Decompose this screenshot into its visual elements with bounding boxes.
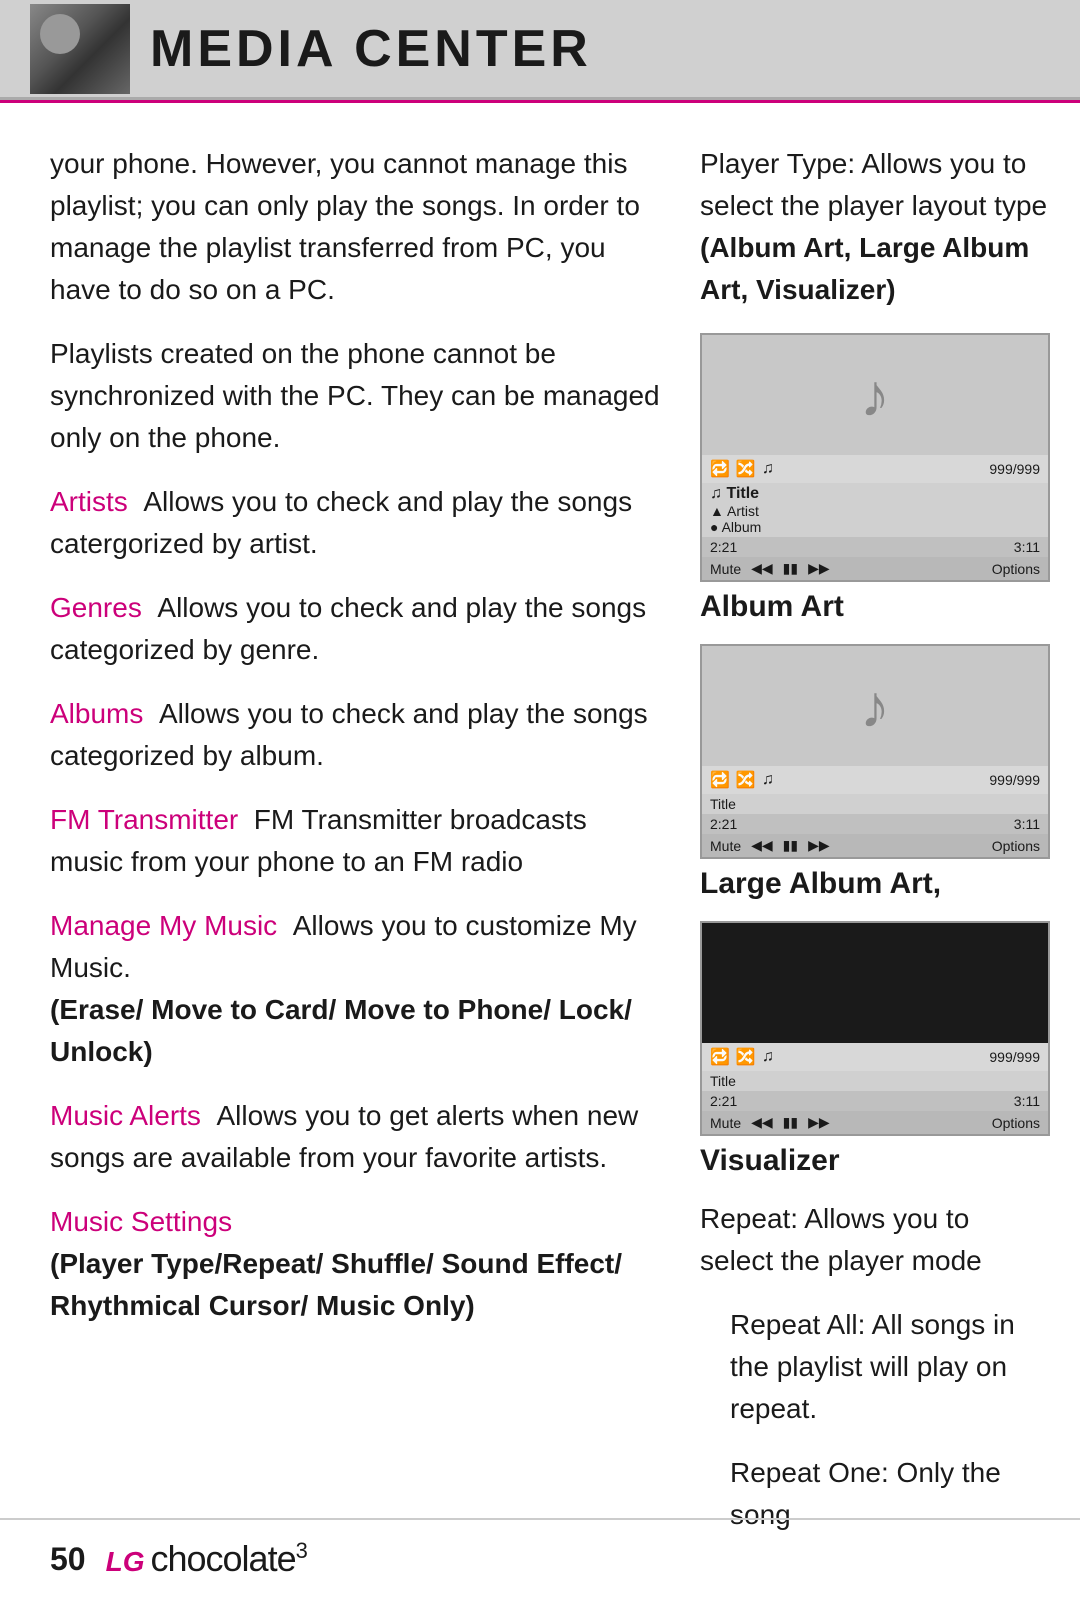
prev-icon-1: ◀◀ bbox=[751, 560, 773, 577]
total-time-1: 3:11 bbox=[1014, 539, 1040, 555]
current-time-2: 2:21 bbox=[710, 816, 737, 832]
options-label-1: Options bbox=[992, 561, 1040, 577]
header-image bbox=[30, 4, 130, 94]
next-icon-2: ▶▶ bbox=[808, 837, 830, 854]
manage-paragraph: Manage My Music Allows you to customize … bbox=[50, 905, 660, 1073]
album-art-time-bar: 2:21 3:11 bbox=[702, 537, 1048, 557]
player-type-text: Player Type: Allows you to select the pl… bbox=[700, 148, 1047, 221]
fm-paragraph: FM Transmitter FM Transmitter broadcasts… bbox=[50, 799, 660, 883]
settings-paragraph: Music Settings (Player Type/Repeat/ Shuf… bbox=[50, 1201, 660, 1327]
options-label-2: Options bbox=[992, 838, 1040, 854]
visualizer-title: Title bbox=[710, 1073, 1040, 1089]
repeat-icon-2: 🔁 bbox=[710, 770, 730, 790]
layout-types: (Album Art, Large Album Art, Visualizer) bbox=[700, 232, 1029, 305]
genres-paragraph: Genres Allows you to check and play the … bbox=[50, 587, 660, 671]
albums-label: Albums bbox=[50, 698, 143, 729]
repeat-icon: 🔁 bbox=[710, 459, 730, 479]
shuffle-icon-2: 🔀 bbox=[736, 770, 756, 790]
prev-icon-2: ◀◀ bbox=[751, 837, 773, 854]
artists-label: Artists bbox=[50, 486, 128, 517]
note-icon-2: ♫ bbox=[762, 771, 774, 789]
total-time-2: 3:11 bbox=[1014, 816, 1040, 832]
large-album-art-title: Title bbox=[710, 796, 1040, 812]
album-art-controls: Mute ◀◀ ▮▮ ▶▶ Options bbox=[702, 557, 1048, 580]
mute-label-1: Mute bbox=[710, 561, 741, 577]
albums-paragraph: Albums Allows you to check and play the … bbox=[50, 693, 660, 777]
next-icon-1: ▶▶ bbox=[808, 560, 830, 577]
visualizer-controls: Mute ◀◀ ▮▮ ▶▶ Options bbox=[702, 1111, 1048, 1134]
large-album-art-screenshot: ♪ 🔁 🔀 ♫ 999/999 Title 2:21 3:11 Mute ◀◀ … bbox=[700, 644, 1050, 859]
music-note-icon-2: ♪ bbox=[860, 672, 890, 741]
track-count-1: 999/999 bbox=[989, 461, 1040, 477]
visualizer-image bbox=[702, 923, 1048, 1043]
track-count-2: 999/999 bbox=[989, 772, 1040, 788]
pause-icon-2: ▮▮ bbox=[783, 837, 798, 854]
album-art-screenshot: ♪ 🔁 🔀 ♫ 999/999 ♫ Title ▲ Artist ● bbox=[700, 333, 1050, 582]
fm-label: FM Transmitter bbox=[50, 804, 238, 835]
current-time-3: 2:21 bbox=[710, 1093, 737, 1109]
album-art-album: ● Album bbox=[710, 519, 1040, 535]
page-number: 50 bbox=[50, 1541, 86, 1578]
music-note-icon: ♪ bbox=[860, 361, 890, 430]
alerts-label: Music Alerts bbox=[50, 1100, 201, 1131]
note-icon-small: ♫ bbox=[710, 485, 722, 502]
paragraph-2: Playlists created on the phone cannot be… bbox=[50, 333, 660, 459]
right-column: Player Type: Allows you to select the pl… bbox=[700, 143, 1050, 1558]
options-label-3: Options bbox=[992, 1115, 1040, 1131]
manage-label: Manage My Music bbox=[50, 910, 277, 941]
large-album-art-time-bar: 2:21 3:11 bbox=[702, 814, 1048, 834]
page-title: MEDIA CENTER bbox=[150, 19, 592, 79]
album-art-title: ♫ Title bbox=[710, 485, 1040, 503]
prev-icon-3: ◀◀ bbox=[751, 1114, 773, 1131]
total-time-3: 3:11 bbox=[1014, 1093, 1040, 1109]
track-count-3: 999/999 bbox=[989, 1049, 1040, 1065]
artists-text: Allows you to check and play the songs c… bbox=[50, 486, 632, 559]
player-type-intro: Player Type: Allows you to select the pl… bbox=[700, 143, 1050, 311]
left-column: your phone. However, you cannot manage t… bbox=[50, 143, 660, 1558]
manage-submenu: (Erase/ Move to Card/ Move to Phone/ Loc… bbox=[50, 994, 632, 1067]
large-album-art-info-bar: 🔁 🔀 ♫ 999/999 bbox=[702, 766, 1048, 794]
large-album-art-image: ♪ bbox=[702, 646, 1048, 766]
large-album-art-controls: Mute ◀◀ ▮▮ ▶▶ Options bbox=[702, 834, 1048, 857]
brand-product: chocolate3 bbox=[150, 1538, 306, 1580]
main-content: your phone. However, you cannot manage t… bbox=[0, 103, 1080, 1598]
pause-icon-3: ▮▮ bbox=[783, 1114, 798, 1131]
visualizer-info-bar: 🔁 🔀 ♫ 999/999 bbox=[702, 1043, 1048, 1071]
album-art-detail: ♫ Title ▲ Artist ● Album bbox=[702, 483, 1048, 537]
page-footer: 50 LG chocolate3 bbox=[0, 1518, 1080, 1598]
mute-label-2: Mute bbox=[710, 838, 741, 854]
next-icon-3: ▶▶ bbox=[808, 1114, 830, 1131]
large-album-art-detail: Title bbox=[702, 794, 1048, 814]
large-album-art-label: Large Album Art, bbox=[700, 867, 1050, 901]
note-icon: ♫ bbox=[762, 460, 774, 478]
artists-paragraph: Artists Allows you to check and play the… bbox=[50, 481, 660, 565]
page-header: MEDIA CENTER bbox=[0, 0, 1080, 100]
pause-icon-1: ▮▮ bbox=[783, 560, 798, 577]
album-art-artist: ▲ Artist bbox=[710, 503, 1040, 519]
current-time-1: 2:21 bbox=[710, 539, 737, 555]
album-art-info-bar: 🔁 🔀 ♫ 999/999 bbox=[702, 455, 1048, 483]
album-art-label: Album Art bbox=[700, 590, 1050, 624]
settings-label: Music Settings bbox=[50, 1206, 232, 1237]
repeat-text: Repeat: Allows you to select the player … bbox=[700, 1198, 1050, 1282]
visualizer-screenshot: 🔁 🔀 ♫ 999/999 Title 2:21 3:11 Mute ◀◀ ▮▮… bbox=[700, 921, 1050, 1136]
alerts-paragraph: Music Alerts Allows you to get alerts wh… bbox=[50, 1095, 660, 1179]
brand-lg: LG bbox=[106, 1546, 145, 1578]
visualizer-label: Visualizer bbox=[700, 1144, 1050, 1178]
repeat-all-text: Repeat All: All songs in the playlist wi… bbox=[730, 1304, 1050, 1430]
mute-label-3: Mute bbox=[710, 1115, 741, 1131]
repeat-icon-3: 🔁 bbox=[710, 1047, 730, 1067]
genres-label: Genres bbox=[50, 592, 142, 623]
brand-superscript: 3 bbox=[296, 1538, 307, 1563]
paragraph-1: your phone. However, you cannot manage t… bbox=[50, 143, 660, 311]
visualizer-time-bar: 2:21 3:11 bbox=[702, 1091, 1048, 1111]
settings-submenu: (Player Type/Repeat/ Shuffle/ Sound Effe… bbox=[50, 1248, 622, 1321]
brand-logo: LG chocolate3 bbox=[106, 1538, 307, 1580]
shuffle-icon-3: 🔀 bbox=[736, 1047, 756, 1067]
visualizer-detail: Title bbox=[702, 1071, 1048, 1091]
note-icon-3: ♫ bbox=[762, 1048, 774, 1066]
shuffle-icon: 🔀 bbox=[736, 459, 756, 479]
album-art-image: ♪ bbox=[702, 335, 1048, 455]
